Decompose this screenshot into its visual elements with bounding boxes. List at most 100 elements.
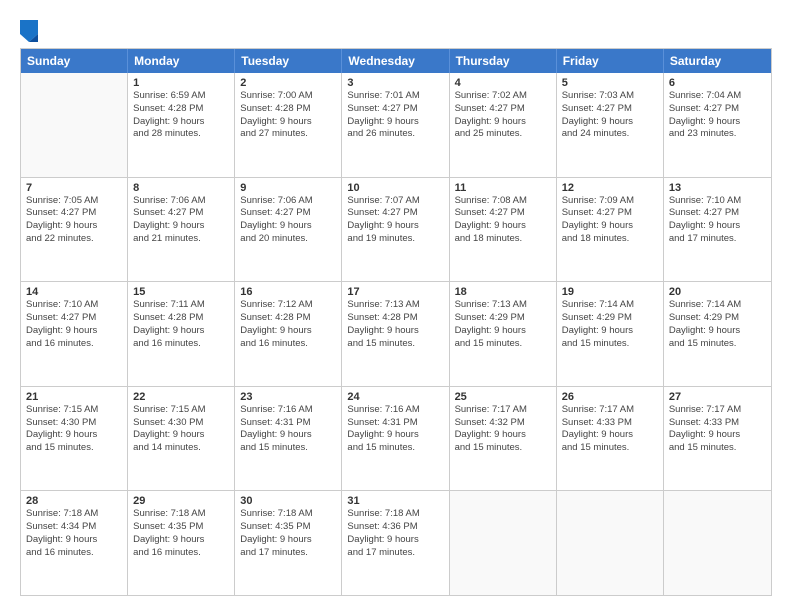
day-number: 12: [562, 182, 658, 194]
calendar-cell: 26Sunrise: 7:17 AM Sunset: 4:33 PM Dayli…: [557, 387, 664, 491]
day-number: 24: [347, 391, 443, 403]
day-info: Sunrise: 7:08 AM Sunset: 4:27 PM Dayligh…: [455, 195, 551, 246]
day-number: 7: [26, 182, 122, 194]
calendar-cell: 23Sunrise: 7:16 AM Sunset: 4:31 PM Dayli…: [235, 387, 342, 491]
calendar-cell: 14Sunrise: 7:10 AM Sunset: 4:27 PM Dayli…: [21, 282, 128, 386]
day-info: Sunrise: 7:16 AM Sunset: 4:31 PM Dayligh…: [347, 404, 443, 455]
day-number: 8: [133, 182, 229, 194]
day-info: Sunrise: 7:13 AM Sunset: 4:28 PM Dayligh…: [347, 299, 443, 350]
calendar-cell: 6Sunrise: 7:04 AM Sunset: 4:27 PM Daylig…: [664, 73, 771, 177]
day-number: 10: [347, 182, 443, 194]
calendar-cell: 29Sunrise: 7:18 AM Sunset: 4:35 PM Dayli…: [128, 491, 235, 595]
day-number: 17: [347, 286, 443, 298]
day-info: Sunrise: 7:02 AM Sunset: 4:27 PM Dayligh…: [455, 90, 551, 141]
calendar: SundayMondayTuesdayWednesdayThursdayFrid…: [20, 48, 772, 596]
day-number: 25: [455, 391, 551, 403]
day-number: 23: [240, 391, 336, 403]
day-info: Sunrise: 7:16 AM Sunset: 4:31 PM Dayligh…: [240, 404, 336, 455]
day-info: Sunrise: 7:10 AM Sunset: 4:27 PM Dayligh…: [669, 195, 766, 246]
day-number: 1: [133, 77, 229, 89]
calendar-cell: 1Sunrise: 6:59 AM Sunset: 4:28 PM Daylig…: [128, 73, 235, 177]
calendar-cell: [21, 73, 128, 177]
calendar-cell: 8Sunrise: 7:06 AM Sunset: 4:27 PM Daylig…: [128, 178, 235, 282]
calendar-cell: 5Sunrise: 7:03 AM Sunset: 4:27 PM Daylig…: [557, 73, 664, 177]
day-info: Sunrise: 7:14 AM Sunset: 4:29 PM Dayligh…: [562, 299, 658, 350]
day-info: Sunrise: 7:18 AM Sunset: 4:36 PM Dayligh…: [347, 508, 443, 559]
day-info: Sunrise: 6:59 AM Sunset: 4:28 PM Dayligh…: [133, 90, 229, 141]
calendar-body: 1Sunrise: 6:59 AM Sunset: 4:28 PM Daylig…: [21, 73, 771, 595]
day-info: Sunrise: 7:07 AM Sunset: 4:27 PM Dayligh…: [347, 195, 443, 246]
day-info: Sunrise: 7:03 AM Sunset: 4:27 PM Dayligh…: [562, 90, 658, 141]
day-info: Sunrise: 7:04 AM Sunset: 4:27 PM Dayligh…: [669, 90, 766, 141]
calendar-header: SundayMondayTuesdayWednesdayThursdayFrid…: [21, 49, 771, 73]
calendar-cell: 9Sunrise: 7:06 AM Sunset: 4:27 PM Daylig…: [235, 178, 342, 282]
header-day-monday: Monday: [128, 49, 235, 73]
day-info: Sunrise: 7:01 AM Sunset: 4:27 PM Dayligh…: [347, 90, 443, 141]
day-info: Sunrise: 7:17 AM Sunset: 4:33 PM Dayligh…: [669, 404, 766, 455]
calendar-cell: 24Sunrise: 7:16 AM Sunset: 4:31 PM Dayli…: [342, 387, 449, 491]
day-number: 3: [347, 77, 443, 89]
day-number: 21: [26, 391, 122, 403]
calendar-cell: [450, 491, 557, 595]
day-info: Sunrise: 7:15 AM Sunset: 4:30 PM Dayligh…: [26, 404, 122, 455]
calendar-cell: 3Sunrise: 7:01 AM Sunset: 4:27 PM Daylig…: [342, 73, 449, 177]
calendar-cell: 20Sunrise: 7:14 AM Sunset: 4:29 PM Dayli…: [664, 282, 771, 386]
day-number: 29: [133, 495, 229, 507]
header: [20, 16, 772, 42]
day-number: 13: [669, 182, 766, 194]
calendar-cell: 13Sunrise: 7:10 AM Sunset: 4:27 PM Dayli…: [664, 178, 771, 282]
calendar-cell: 16Sunrise: 7:12 AM Sunset: 4:28 PM Dayli…: [235, 282, 342, 386]
day-number: 4: [455, 77, 551, 89]
day-number: 19: [562, 286, 658, 298]
calendar-cell: 2Sunrise: 7:00 AM Sunset: 4:28 PM Daylig…: [235, 73, 342, 177]
day-info: Sunrise: 7:10 AM Sunset: 4:27 PM Dayligh…: [26, 299, 122, 350]
day-info: Sunrise: 7:18 AM Sunset: 4:35 PM Dayligh…: [240, 508, 336, 559]
calendar-cell: [557, 491, 664, 595]
calendar-cell: 22Sunrise: 7:15 AM Sunset: 4:30 PM Dayli…: [128, 387, 235, 491]
calendar-cell: 15Sunrise: 7:11 AM Sunset: 4:28 PM Dayli…: [128, 282, 235, 386]
day-number: 6: [669, 77, 766, 89]
day-number: 31: [347, 495, 443, 507]
calendar-cell: 18Sunrise: 7:13 AM Sunset: 4:29 PM Dayli…: [450, 282, 557, 386]
day-number: 22: [133, 391, 229, 403]
day-info: Sunrise: 7:17 AM Sunset: 4:33 PM Dayligh…: [562, 404, 658, 455]
calendar-cell: 4Sunrise: 7:02 AM Sunset: 4:27 PM Daylig…: [450, 73, 557, 177]
calendar-cell: 10Sunrise: 7:07 AM Sunset: 4:27 PM Dayli…: [342, 178, 449, 282]
day-info: Sunrise: 7:13 AM Sunset: 4:29 PM Dayligh…: [455, 299, 551, 350]
calendar-week-1: 1Sunrise: 6:59 AM Sunset: 4:28 PM Daylig…: [21, 73, 771, 178]
day-number: 9: [240, 182, 336, 194]
calendar-week-4: 21Sunrise: 7:15 AM Sunset: 4:30 PM Dayli…: [21, 387, 771, 492]
day-info: Sunrise: 7:06 AM Sunset: 4:27 PM Dayligh…: [133, 195, 229, 246]
calendar-cell: 28Sunrise: 7:18 AM Sunset: 4:34 PM Dayli…: [21, 491, 128, 595]
day-info: Sunrise: 7:17 AM Sunset: 4:32 PM Dayligh…: [455, 404, 551, 455]
calendar-cell: 25Sunrise: 7:17 AM Sunset: 4:32 PM Dayli…: [450, 387, 557, 491]
calendar-week-5: 28Sunrise: 7:18 AM Sunset: 4:34 PM Dayli…: [21, 491, 771, 595]
header-day-saturday: Saturday: [664, 49, 771, 73]
day-number: 26: [562, 391, 658, 403]
day-number: 27: [669, 391, 766, 403]
header-day-thursday: Thursday: [450, 49, 557, 73]
header-day-friday: Friday: [557, 49, 664, 73]
day-number: 20: [669, 286, 766, 298]
day-info: Sunrise: 7:15 AM Sunset: 4:30 PM Dayligh…: [133, 404, 229, 455]
day-number: 30: [240, 495, 336, 507]
day-number: 11: [455, 182, 551, 194]
calendar-cell: 27Sunrise: 7:17 AM Sunset: 4:33 PM Dayli…: [664, 387, 771, 491]
calendar-cell: 11Sunrise: 7:08 AM Sunset: 4:27 PM Dayli…: [450, 178, 557, 282]
logo-icon: [20, 20, 38, 42]
calendar-cell: 7Sunrise: 7:05 AM Sunset: 4:27 PM Daylig…: [21, 178, 128, 282]
day-info: Sunrise: 7:18 AM Sunset: 4:34 PM Dayligh…: [26, 508, 122, 559]
calendar-week-3: 14Sunrise: 7:10 AM Sunset: 4:27 PM Dayli…: [21, 282, 771, 387]
day-number: 2: [240, 77, 336, 89]
day-info: Sunrise: 7:05 AM Sunset: 4:27 PM Dayligh…: [26, 195, 122, 246]
day-number: 28: [26, 495, 122, 507]
day-number: 14: [26, 286, 122, 298]
calendar-cell: 19Sunrise: 7:14 AM Sunset: 4:29 PM Dayli…: [557, 282, 664, 386]
day-info: Sunrise: 7:00 AM Sunset: 4:28 PM Dayligh…: [240, 90, 336, 141]
calendar-cell: 21Sunrise: 7:15 AM Sunset: 4:30 PM Dayli…: [21, 387, 128, 491]
header-day-tuesday: Tuesday: [235, 49, 342, 73]
calendar-cell: 17Sunrise: 7:13 AM Sunset: 4:28 PM Dayli…: [342, 282, 449, 386]
header-day-wednesday: Wednesday: [342, 49, 449, 73]
calendar-cell: 12Sunrise: 7:09 AM Sunset: 4:27 PM Dayli…: [557, 178, 664, 282]
day-number: 16: [240, 286, 336, 298]
